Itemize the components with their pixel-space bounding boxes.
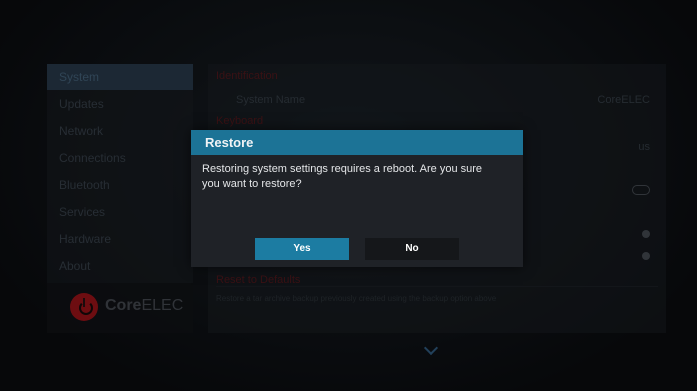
dialog-header: Restore: [191, 130, 523, 155]
dialog-title: Restore: [205, 135, 254, 150]
yes-button[interactable]: Yes: [255, 238, 349, 260]
restore-dialog: Restore Restoring system settings requir…: [191, 130, 523, 267]
no-button[interactable]: No: [365, 238, 459, 260]
dialog-message: Restoring system settings requires a reb…: [202, 163, 483, 190]
